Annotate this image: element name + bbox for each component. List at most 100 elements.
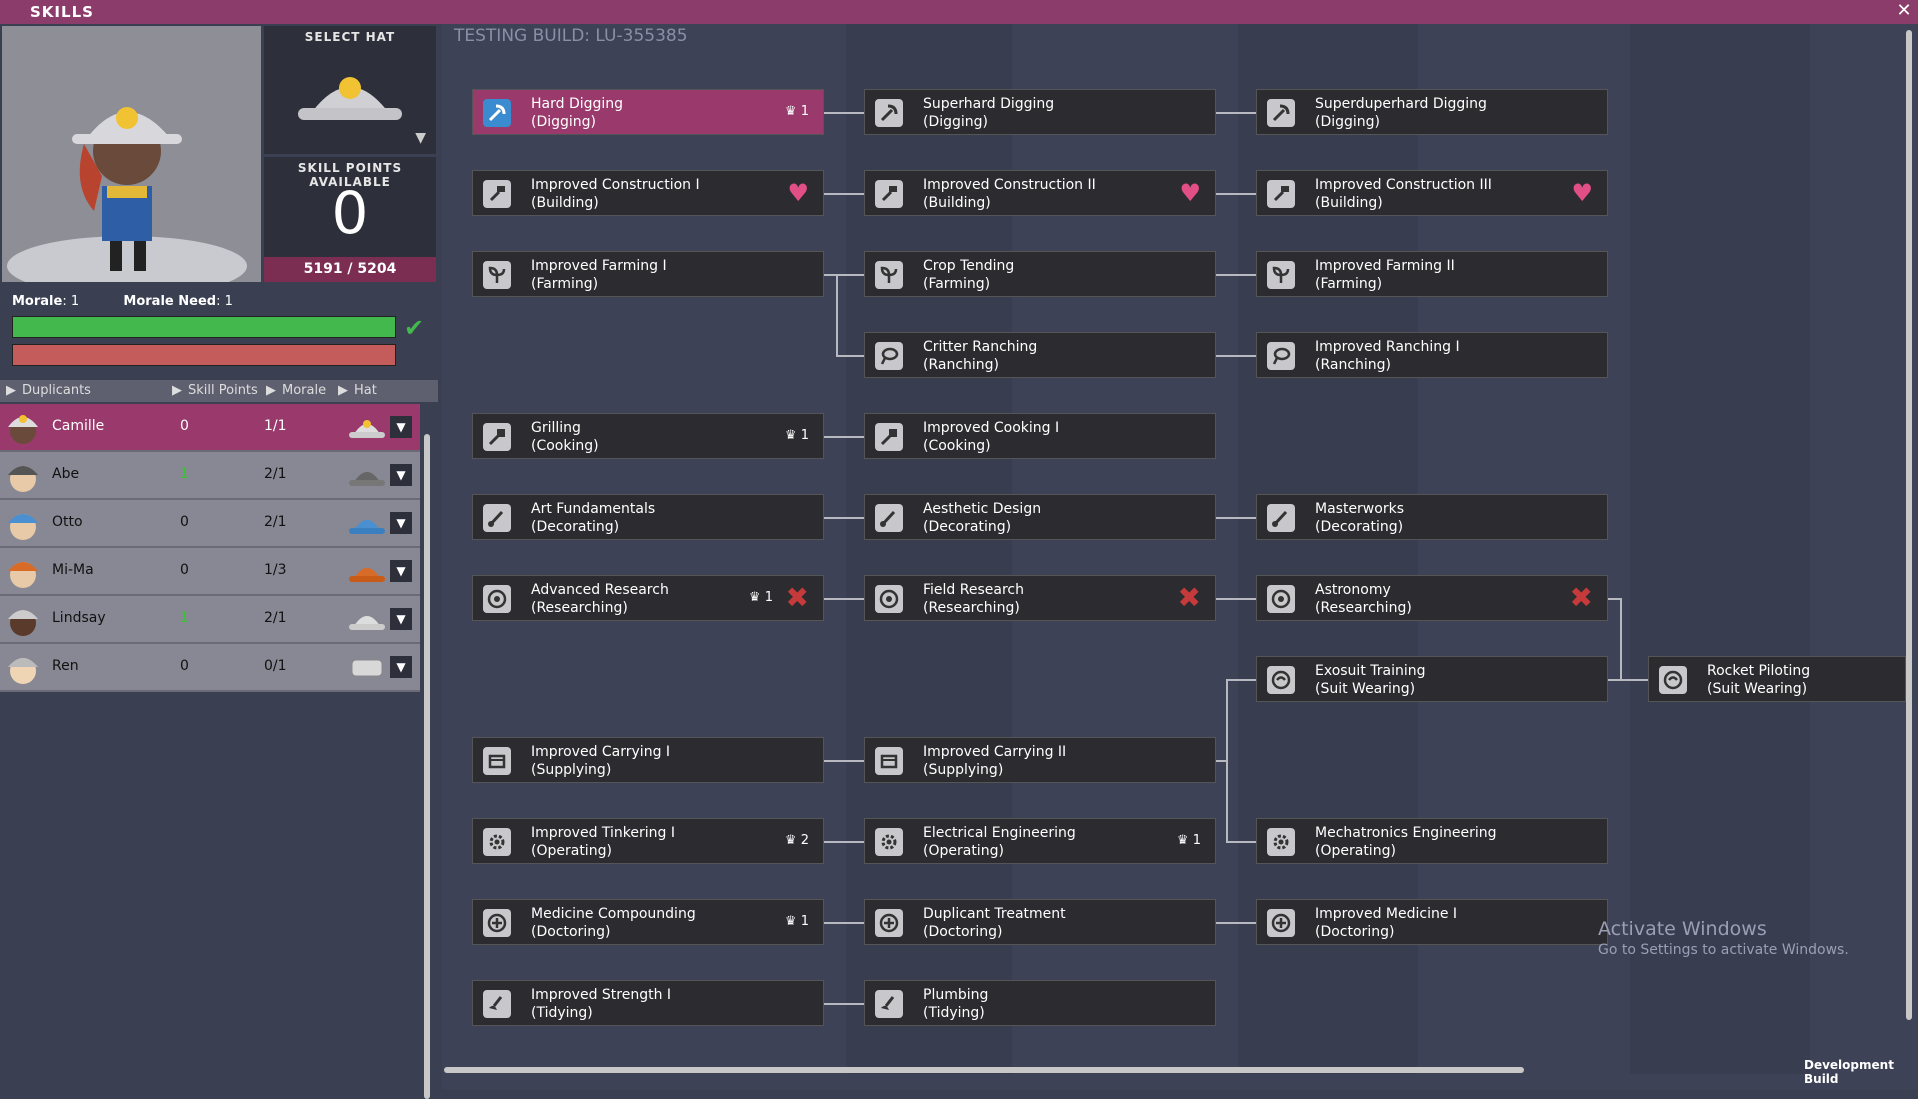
lasso-icon [875,342,903,370]
skill-name: Superhard Digging [923,96,1055,112]
connector [824,112,864,114]
skill-exosuit-training[interactable]: Exosuit Training (Suit Wearing) [1256,656,1608,702]
avatar [8,466,38,492]
atom-icon [1267,585,1295,613]
hat-dropdown[interactable]: ▼ [390,608,412,630]
sort-triangle-icon: ▶ [172,383,182,398]
hat-dropdown[interactable]: ▼ [390,656,412,678]
skill-name: Electrical Engineering [923,825,1076,841]
duplicant-portrait [2,26,261,282]
skill-name: Plumbing [923,987,989,1003]
skill-art-fundamentals[interactable]: Art Fundamentals (Decorating) [472,494,824,540]
morale-value: : 1 [62,294,80,309]
skill-mechatronics-engineering[interactable]: Mechatronics Engineering (Operating) [1256,818,1608,864]
skill-group: (Researching) [923,600,1020,616]
skill-masterworks[interactable]: Masterworks (Decorating) [1256,494,1608,540]
skill-group: (Ranching) [1315,357,1392,373]
atom-icon [875,585,903,613]
hat-dropdown[interactable]: ▼ [390,464,412,486]
avatar [8,514,38,540]
spatula-icon [875,423,903,451]
select-hat-panel[interactable]: SELECT HAT ▼ [264,26,436,154]
hat-dropdown[interactable]: ▼ [390,512,412,534]
skill-critter-ranching[interactable]: Critter Ranching (Ranching) [864,332,1216,378]
skill-improved-ranching-1[interactable]: Improved Ranching I (Ranching) [1256,332,1608,378]
duplicant-morale: 2/1 [264,610,287,626]
skill-improved-carrying-1[interactable]: Improved Carrying I (Supplying) [472,737,824,783]
skill-superhard-digging[interactable]: Superhard Digging (Digging) [864,89,1216,135]
skill-advanced-research[interactable]: Advanced Research (Researching) ♛ 1 ✖ [472,575,824,621]
plunger-icon [483,990,511,1018]
skill-duplicant-treatment[interactable]: Duplicant Treatment (Doctoring) [864,899,1216,945]
crown-icon: ♛ [784,104,797,119]
skill-medicine-compounding[interactable]: Medicine Compounding (Doctoring) ♛ 1 [472,899,824,945]
connector [1226,841,1256,843]
duplicant-row[interactable]: Otto 0 2/1 ▼ [0,500,420,548]
skill-astronomy[interactable]: Astronomy (Researching) ✖ [1256,575,1608,621]
skill-group: (Suit Wearing) [1707,681,1808,697]
duplicant-name: Camille [52,418,105,434]
connector [1216,355,1256,357]
duplicant-row[interactable]: Ren 0 0/1 ▼ [0,644,420,692]
skill-improved-construction-2[interactable]: Improved Construction II (Building) ♥ [864,170,1216,216]
hat-dropdown[interactable]: ▼ [390,416,412,438]
skill-improved-construction-1[interactable]: Improved Construction I (Building) ♥ [472,170,824,216]
skill-hard-digging[interactable]: Hard Digging (Digging) ♛ 1 [472,89,824,135]
brush-icon [483,504,511,532]
vertical-scrollbar[interactable] [1906,30,1912,1020]
connector [1216,922,1256,924]
skill-grilling[interactable]: Grilling (Cooking) ♛ 1 [472,413,824,459]
skill-group: (Supplying) [531,762,612,778]
horizontal-scrollbar[interactable] [444,1067,1524,1073]
skill-name: Improved Farming II [1315,258,1455,274]
skill-improved-farming-2[interactable]: Improved Farming II (Farming) [1256,251,1608,297]
duplicant-row[interactable]: Abe 1 2/1 ▼ [0,452,420,500]
skill-name: Improved Carrying II [923,744,1067,760]
skill-improved-carrying-2[interactable]: Improved Carrying II (Supplying) [864,737,1216,783]
brush-icon [1267,504,1295,532]
duplicant-row[interactable]: Lindsay 1 2/1 ▼ [0,596,420,644]
skill-name: Exosuit Training [1315,663,1426,679]
morale-need-value: : 1 [216,294,233,309]
skill-improved-medicine-1[interactable]: Improved Medicine I (Doctoring) [1256,899,1608,945]
skill-improved-strength-1[interactable]: Improved Strength I (Tidying) [472,980,824,1026]
box-icon [483,747,511,775]
skill-crop-tending[interactable]: Crop Tending (Farming) [864,251,1216,297]
gear-icon [875,828,903,856]
skill-group: (Farming) [923,276,991,292]
skill-group: (Doctoring) [1315,924,1395,940]
sprout-icon [1267,261,1295,289]
duplicant-row[interactable]: Mi-Ma 0 1/3 ▼ [0,548,420,596]
window-title: SKILLS [30,3,94,21]
duplicant-list-scrollbar[interactable] [424,434,430,1099]
avatar [8,562,38,588]
skill-group: (Operating) [923,843,1004,859]
skill-name: Improved Construction II [923,177,1096,193]
close-icon[interactable]: ✕ [1894,1,1914,21]
hat-dropdown[interactable]: ▼ [390,560,412,582]
skill-superduperhard-digging[interactable]: Superduperhard Digging (Digging) [1256,89,1608,135]
connector [824,1003,864,1005]
connector [824,436,864,438]
skill-rocket-piloting[interactable]: Rocket Piloting (Suit Wearing) [1648,656,1906,702]
skill-plumbing[interactable]: Plumbing (Tidying) [864,980,1216,1026]
skill-name: Improved Ranching I [1315,339,1460,355]
connector [824,760,864,762]
skill-group: (Operating) [531,843,612,859]
skill-improved-farming-1[interactable]: Improved Farming I (Farming) [472,251,824,297]
duplicant-name: Ren [52,658,79,674]
skill-group: (Decorating) [923,519,1012,535]
sort-triangle-icon: ▶ [6,383,16,398]
duplicant-row[interactable]: Camille 0 1/1 ▼ [0,404,420,452]
chevron-down-icon[interactable]: ▼ [415,130,426,146]
header-skill-points[interactable]: Skill Points [188,383,258,398]
skill-improved-tinkering-1[interactable]: Improved Tinkering I (Operating) ♛ 2 [472,818,824,864]
header-morale[interactable]: Morale [282,383,326,398]
header-duplicants[interactable]: Duplicants [22,383,91,398]
header-hat[interactable]: Hat [354,383,377,398]
skill-electrical-engineering[interactable]: Electrical Engineering (Operating) ♛ 1 [864,818,1216,864]
skill-improved-construction-3[interactable]: Improved Construction III (Building) ♥ [1256,170,1608,216]
skill-improved-cooking-1[interactable]: Improved Cooking I (Cooking) [864,413,1216,459]
skill-field-research[interactable]: Field Research (Researching) ✖ [864,575,1216,621]
skill-aesthetic-design[interactable]: Aesthetic Design (Decorating) [864,494,1216,540]
